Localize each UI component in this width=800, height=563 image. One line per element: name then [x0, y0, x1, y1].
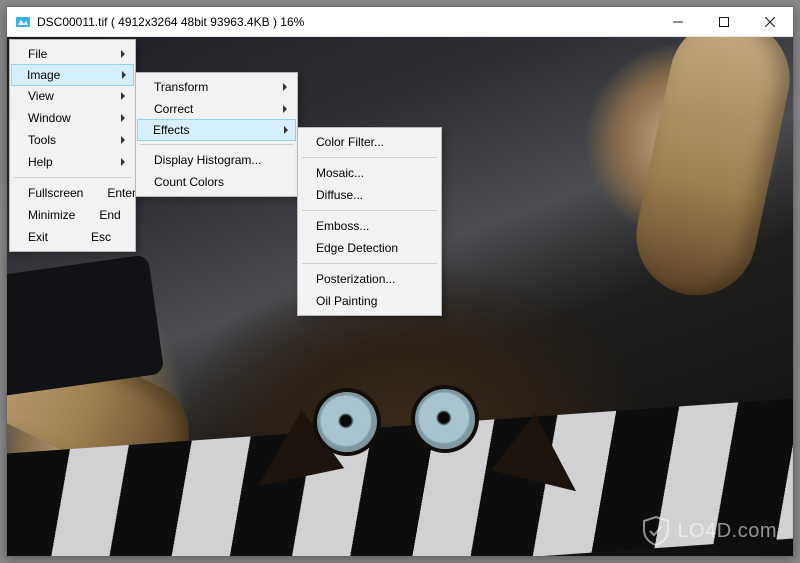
app-window: DSC00011.tif ( 4912x3264 48bit 93963.4KB… — [6, 6, 794, 557]
menu-item-label: Oil Painting — [316, 294, 377, 308]
menu-item-view[interactable]: View — [12, 85, 133, 107]
menu-item-label: Help — [28, 155, 53, 169]
menu-item-edge-detection[interactable]: Edge Detection — [300, 237, 439, 259]
window-buttons — [655, 7, 793, 36]
menu-item-label: Window — [28, 111, 71, 125]
image-viewport[interactable]: File Image View Window Tools Help — [7, 37, 793, 556]
menu-item-label: Transform — [154, 80, 208, 94]
menu-item-diffuse[interactable]: Diffuse... — [300, 184, 439, 206]
menu-item-color-filter[interactable]: Color Filter... — [300, 131, 439, 153]
menu-item-label: Mosaic... — [316, 166, 364, 180]
menu-item-label: Posterization... — [316, 272, 395, 286]
menu-item-label: Edge Detection — [316, 241, 398, 255]
window-title: DSC00011.tif ( 4912x3264 48bit 93963.4KB… — [37, 15, 304, 29]
submenu-effects: Color Filter... Mosaic... Diffuse... Emb… — [297, 127, 442, 316]
menu-item-shortcut: End — [75, 208, 120, 222]
menu-item-exit[interactable]: Exit Esc — [12, 226, 133, 248]
menu-item-shortcut: Esc — [67, 230, 111, 244]
close-button[interactable] — [747, 7, 793, 36]
submenu-image: Transform Correct Effects Display Histog… — [135, 72, 298, 197]
menu-item-effects[interactable]: Effects — [137, 119, 296, 141]
menu-item-label: Correct — [154, 102, 193, 116]
menu-item-label: Image — [27, 68, 60, 82]
menu-item-posterization[interactable]: Posterization... — [300, 268, 439, 290]
menu-item-fullscreen[interactable]: Fullscreen Enter — [12, 182, 133, 204]
menu-separator — [14, 177, 131, 178]
titlebar: DSC00011.tif ( 4912x3264 48bit 93963.4KB… — [7, 7, 793, 37]
menu-separator — [302, 263, 437, 264]
menu-item-label: View — [28, 89, 54, 103]
menu-item-oil-painting[interactable]: Oil Painting — [300, 290, 439, 312]
menu-item-label: File — [28, 47, 47, 61]
menu-item-mosaic[interactable]: Mosaic... — [300, 162, 439, 184]
menu-item-label: Display Histogram... — [154, 153, 261, 167]
menu-item-label: Minimize — [28, 208, 75, 222]
photo-decor — [317, 392, 377, 452]
app-icon — [15, 14, 31, 30]
menu-separator — [302, 210, 437, 211]
menu-item-label: Emboss... — [316, 219, 369, 233]
menu-item-help[interactable]: Help — [12, 151, 133, 173]
menu-item-label: Exit — [28, 230, 48, 244]
menu-separator — [140, 144, 293, 145]
photo-decor — [625, 37, 793, 306]
menu-item-emboss[interactable]: Emboss... — [300, 215, 439, 237]
menu-item-count-colors[interactable]: Count Colors — [138, 171, 295, 193]
menu-item-image[interactable]: Image — [11, 64, 134, 86]
menu-item-label: Fullscreen — [28, 186, 83, 200]
menu-item-transform[interactable]: Transform — [138, 76, 295, 98]
photo-decor — [415, 389, 475, 449]
menu-separator — [302, 157, 437, 158]
menu-item-display-histogram[interactable]: Display Histogram... — [138, 149, 295, 171]
context-menu-main: File Image View Window Tools Help — [9, 39, 136, 252]
menu-item-minimize[interactable]: Minimize End — [12, 204, 133, 226]
menu-item-label: Color Filter... — [316, 135, 384, 149]
menu-item-correct[interactable]: Correct — [138, 98, 295, 120]
menu-item-label: Diffuse... — [316, 188, 363, 202]
minimize-button[interactable] — [655, 7, 701, 36]
menu-item-window[interactable]: Window — [12, 107, 133, 129]
menu-item-label: Effects — [153, 123, 189, 137]
menu-item-file[interactable]: File — [12, 43, 133, 65]
menu-item-tools[interactable]: Tools — [12, 129, 133, 151]
menu-item-label: Tools — [28, 133, 56, 147]
maximize-button[interactable] — [701, 7, 747, 36]
menu-item-label: Count Colors — [154, 175, 224, 189]
menu-item-shortcut: Enter — [83, 186, 136, 200]
